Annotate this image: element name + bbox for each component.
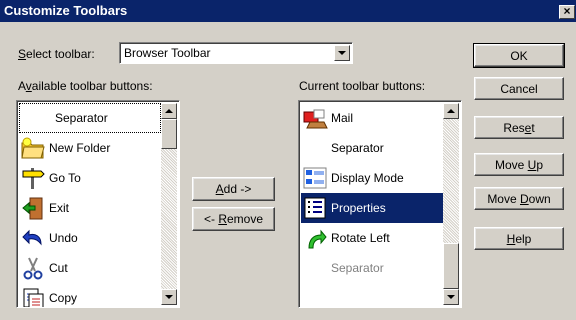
display-mode-icon bbox=[301, 164, 329, 192]
list-item[interactable]: Separator bbox=[301, 253, 386, 283]
list-item[interactable]: Exit bbox=[19, 193, 71, 223]
cut-icon bbox=[19, 254, 47, 282]
current-buttons-label: Current toolbar buttons: bbox=[299, 79, 426, 93]
title-bar: Customize Toolbars × bbox=[0, 0, 576, 22]
list-item[interactable]: Separator bbox=[19, 103, 161, 133]
scroll-down-icon[interactable] bbox=[443, 289, 459, 305]
ok-button[interactable]: OK bbox=[473, 43, 565, 68]
cancel-button[interactable]: Cancel bbox=[474, 77, 564, 100]
list-item[interactable]: Undo bbox=[19, 223, 80, 253]
chevron-down-icon[interactable] bbox=[334, 45, 350, 61]
rotate-left-icon bbox=[301, 224, 329, 252]
go-to-icon bbox=[19, 164, 47, 192]
list-item[interactable]: Separator bbox=[301, 133, 386, 163]
copy-icon bbox=[19, 284, 47, 307]
list-item[interactable]: Display Mode bbox=[301, 163, 406, 193]
select-toolbar-label: Select toolbar: bbox=[18, 47, 95, 61]
mail-icon bbox=[301, 104, 329, 132]
window-title: Customize Toolbars bbox=[4, 3, 128, 18]
scroll-thumb[interactable] bbox=[161, 119, 177, 149]
list-item[interactable]: Copy bbox=[19, 283, 79, 307]
remove-button[interactable]: <- Remove bbox=[192, 207, 275, 231]
close-button[interactable]: × bbox=[559, 5, 575, 19]
new-folder-icon bbox=[19, 134, 47, 162]
toolbar-select-value: Browser Toolbar bbox=[124, 46, 211, 60]
scroll-down-icon[interactable] bbox=[161, 289, 177, 305]
list-item[interactable]: Cut bbox=[19, 253, 70, 283]
reset-button[interactable]: Res e t bbox=[474, 116, 564, 139]
current-scrollbar[interactable] bbox=[443, 103, 459, 305]
properties-icon bbox=[301, 194, 329, 222]
available-scrollbar[interactable] bbox=[161, 103, 177, 305]
current-buttons-list[interactable]: Mail Separator Display Mode Properties R… bbox=[298, 100, 462, 308]
scroll-up-icon[interactable] bbox=[443, 103, 459, 119]
undo-icon bbox=[19, 224, 47, 252]
list-item[interactable]: Rotate Left bbox=[301, 223, 392, 253]
available-buttons-label: Available toolbar buttons: bbox=[18, 79, 153, 93]
list-item[interactable]: Go To bbox=[19, 163, 83, 193]
move-down-button[interactable]: Move Down bbox=[474, 187, 564, 210]
list-item[interactable]: New Folder bbox=[19, 133, 112, 163]
list-item-selected[interactable]: Properties bbox=[301, 193, 443, 223]
available-buttons-list[interactable]: Separator New Folder Go To Exit Undo Cut bbox=[16, 100, 180, 308]
scroll-up-icon[interactable] bbox=[161, 103, 177, 119]
toolbar-select[interactable]: Browser Toolbar bbox=[119, 42, 353, 64]
move-up-button[interactable]: Move Up bbox=[474, 153, 564, 176]
add-button[interactable]: Add -> bbox=[192, 177, 275, 201]
help-button[interactable]: Help bbox=[474, 227, 564, 250]
list-item[interactable]: Mail bbox=[301, 103, 355, 133]
exit-icon bbox=[19, 194, 47, 222]
scroll-thumb[interactable] bbox=[443, 243, 459, 289]
